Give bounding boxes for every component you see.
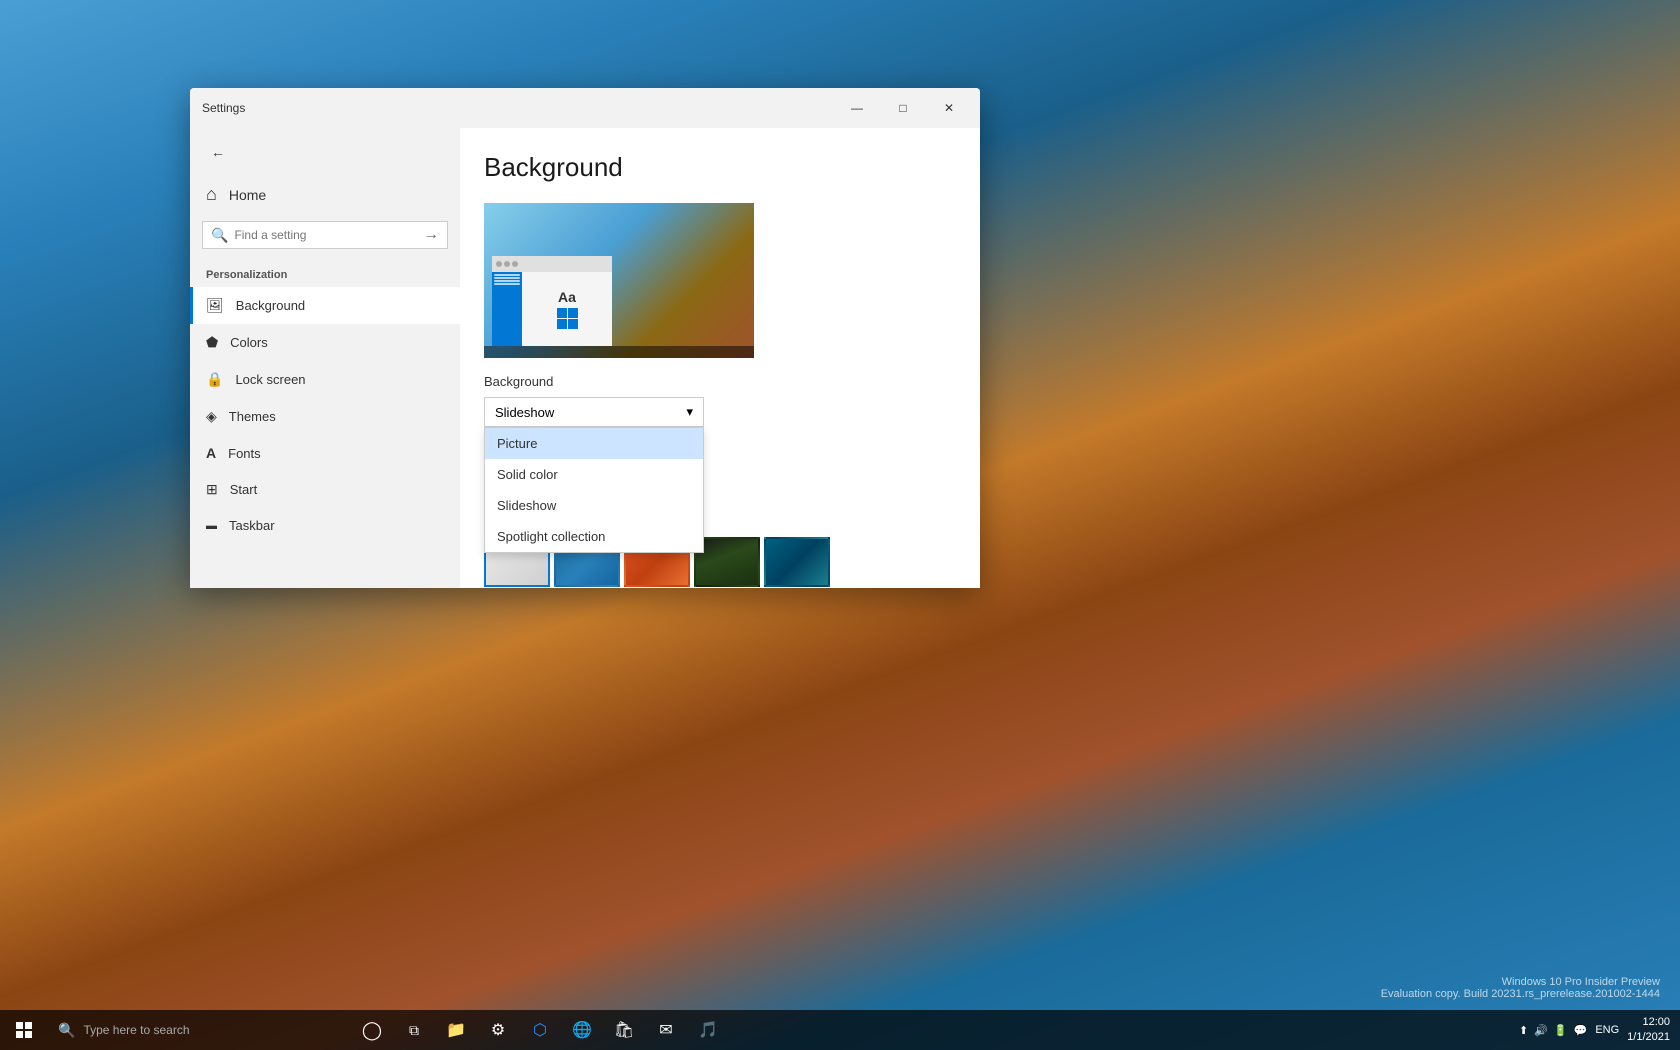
store-button[interactable]: 🛍	[604, 1010, 644, 1050]
background-section-label: Background	[484, 374, 956, 389]
taskbar-search-icon: 🔍	[58, 1022, 75, 1039]
dropdown-option-solid-color[interactable]: Solid color	[485, 459, 703, 490]
dropdown-menu: Picture Solid color Slideshow Spotlight …	[484, 427, 704, 553]
taskbar-app-icons: ◯ ⧉ 📁 ⚙ ⬡ 🌐 🛍 ✉ 🎵	[352, 1010, 728, 1050]
system-tray: ⬆ 🔊 🔋 💬 ENG 12:00 1/1/2021	[1519, 1015, 1680, 1046]
preview-ui-sidebar	[492, 272, 522, 346]
sidebar-background-label: Background	[236, 298, 305, 313]
dropdown-option-spotlight[interactable]: Spotlight collection	[485, 521, 703, 552]
thumbnail-5[interactable]	[764, 537, 830, 587]
edge-button[interactable]: ⬡	[520, 1010, 560, 1050]
settings-taskbar-icon: ⚙	[491, 1020, 505, 1040]
cortana-icon: ◯	[362, 1020, 382, 1041]
home-label: Home	[229, 187, 266, 203]
store-icon: 🛍	[614, 1020, 634, 1040]
sidebar-lock-label: Lock screen	[235, 372, 305, 387]
colors-icon: ⬟	[206, 334, 218, 351]
sidebar-item-start[interactable]: ⊞ Start	[190, 471, 460, 508]
media-button[interactable]: 🎵	[688, 1010, 728, 1050]
windows-watermark: Windows 10 Pro Insider Preview Evaluatio…	[1381, 976, 1660, 1000]
task-view-button[interactable]: ⧉	[394, 1010, 434, 1050]
search-icon: 🔍	[211, 227, 228, 244]
start-icon: ⊞	[206, 481, 218, 498]
notification-icon[interactable]: 💬	[1574, 1024, 1588, 1037]
start-button[interactable]	[0, 1010, 48, 1050]
sidebar-taskbar-label: Taskbar	[229, 518, 275, 533]
search-box: 🔍 →	[202, 221, 448, 249]
lock-icon: 🔒	[206, 371, 223, 388]
background-type-dropdown: Slideshow ▾ Picture Solid color Slidesho…	[484, 397, 704, 427]
mail-button[interactable]: ✉	[646, 1010, 686, 1050]
window-controls: — □ ✕	[834, 92, 972, 124]
window-body: ← ⌂ Home 🔍 → Personalization 🖼 Backgroun…	[190, 128, 980, 588]
personalization-label: Personalization	[190, 257, 460, 287]
taskbar-search[interactable]: 🔍 Type here to search	[48, 1010, 348, 1050]
preview-ui-body: Aa	[492, 272, 612, 346]
window-titlebar: Settings — □ ✕	[190, 88, 980, 128]
sidebar-colors-label: Colors	[230, 335, 268, 350]
language-indicator[interactable]: ENG	[1595, 1024, 1619, 1036]
back-icon: ←	[211, 144, 225, 160]
browser-icon: 🌐	[572, 1020, 592, 1040]
dropdown-option-picture[interactable]: Picture	[485, 428, 703, 459]
taskbar-nav-icon: ▬	[206, 520, 217, 532]
main-content: Background	[460, 128, 980, 588]
back-button[interactable]: ←	[198, 132, 238, 172]
preview-ui-main: Aa	[522, 272, 612, 346]
sidebar-item-themes[interactable]: ◈ Themes	[190, 398, 460, 435]
dropdown-option-slideshow[interactable]: Slideshow	[485, 490, 703, 521]
settings-taskbar-button[interactable]: ⚙	[478, 1010, 518, 1050]
sidebar-themes-label: Themes	[229, 409, 276, 424]
taskbar-search-label: Type here to search	[83, 1023, 189, 1037]
clock-date: 1/1/2021	[1627, 1030, 1670, 1045]
sidebar: ← ⌂ Home 🔍 → Personalization 🖼 Backgroun…	[190, 128, 460, 588]
maximize-button[interactable]: □	[880, 92, 926, 124]
settings-window: Settings — □ ✕ ← ⌂ Home 🔍 → Personalizat…	[190, 88, 980, 588]
chevron-down-icon: ▾	[686, 404, 693, 420]
taskbar: 🔍 Type here to search ◯ ⧉ 📁 ⚙ ⬡ 🌐 🛍 ✉ 🎵	[0, 1010, 1680, 1050]
home-icon: ⌂	[206, 184, 217, 205]
mail-icon: ✉	[659, 1020, 672, 1040]
themes-icon: ◈	[206, 408, 217, 425]
close-button[interactable]: ✕	[926, 92, 972, 124]
background-preview: Aa	[484, 203, 754, 358]
cortana-button[interactable]: ◯	[352, 1010, 392, 1050]
page-title: Background	[484, 152, 956, 183]
minimize-button[interactable]: —	[834, 92, 880, 124]
sidebar-item-home[interactable]: ⌂ Home	[190, 176, 460, 213]
browser-button[interactable]: 🌐	[562, 1010, 602, 1050]
sidebar-fonts-label: Fonts	[228, 446, 261, 461]
sidebar-item-fonts[interactable]: A Fonts	[190, 435, 460, 471]
battery-icon[interactable]: 🔋	[1554, 1024, 1568, 1037]
sidebar-item-taskbar[interactable]: ▬ Taskbar	[190, 508, 460, 543]
file-explorer-button[interactable]: 📁	[436, 1010, 476, 1050]
edge-icon: ⬡	[533, 1020, 547, 1040]
media-icon: 🎵	[698, 1020, 718, 1040]
preview-ui-window: Aa	[492, 256, 612, 346]
window-title: Settings	[198, 101, 834, 115]
sidebar-item-colors[interactable]: ⬟ Colors	[190, 324, 460, 361]
preview-ui-header	[492, 256, 612, 272]
clock-time: 12:00	[1627, 1015, 1670, 1030]
dropdown-button[interactable]: Slideshow ▾	[484, 397, 704, 427]
sidebar-start-label: Start	[230, 482, 257, 497]
windows-logo-icon	[16, 1022, 32, 1038]
fonts-icon: A	[206, 445, 216, 461]
background-icon: 🖼	[206, 297, 224, 314]
search-input[interactable]	[234, 228, 417, 242]
task-view-icon: ⧉	[409, 1022, 419, 1039]
preview-taskbar	[484, 346, 754, 358]
sidebar-item-lock-screen[interactable]: 🔒 Lock screen	[190, 361, 460, 398]
network-icon[interactable]: ⬆	[1519, 1024, 1528, 1037]
volume-icon[interactable]: 🔊	[1534, 1024, 1548, 1037]
dropdown-selected-value: Slideshow	[495, 405, 554, 420]
file-explorer-icon: 📁	[446, 1020, 466, 1040]
tray-icons: ⬆ 🔊 🔋 💬	[1519, 1024, 1587, 1037]
search-submit-icon[interactable]: →	[423, 226, 439, 244]
system-clock[interactable]: 12:00 1/1/2021	[1627, 1015, 1670, 1046]
sidebar-item-background[interactable]: 🖼 Background	[190, 287, 460, 324]
